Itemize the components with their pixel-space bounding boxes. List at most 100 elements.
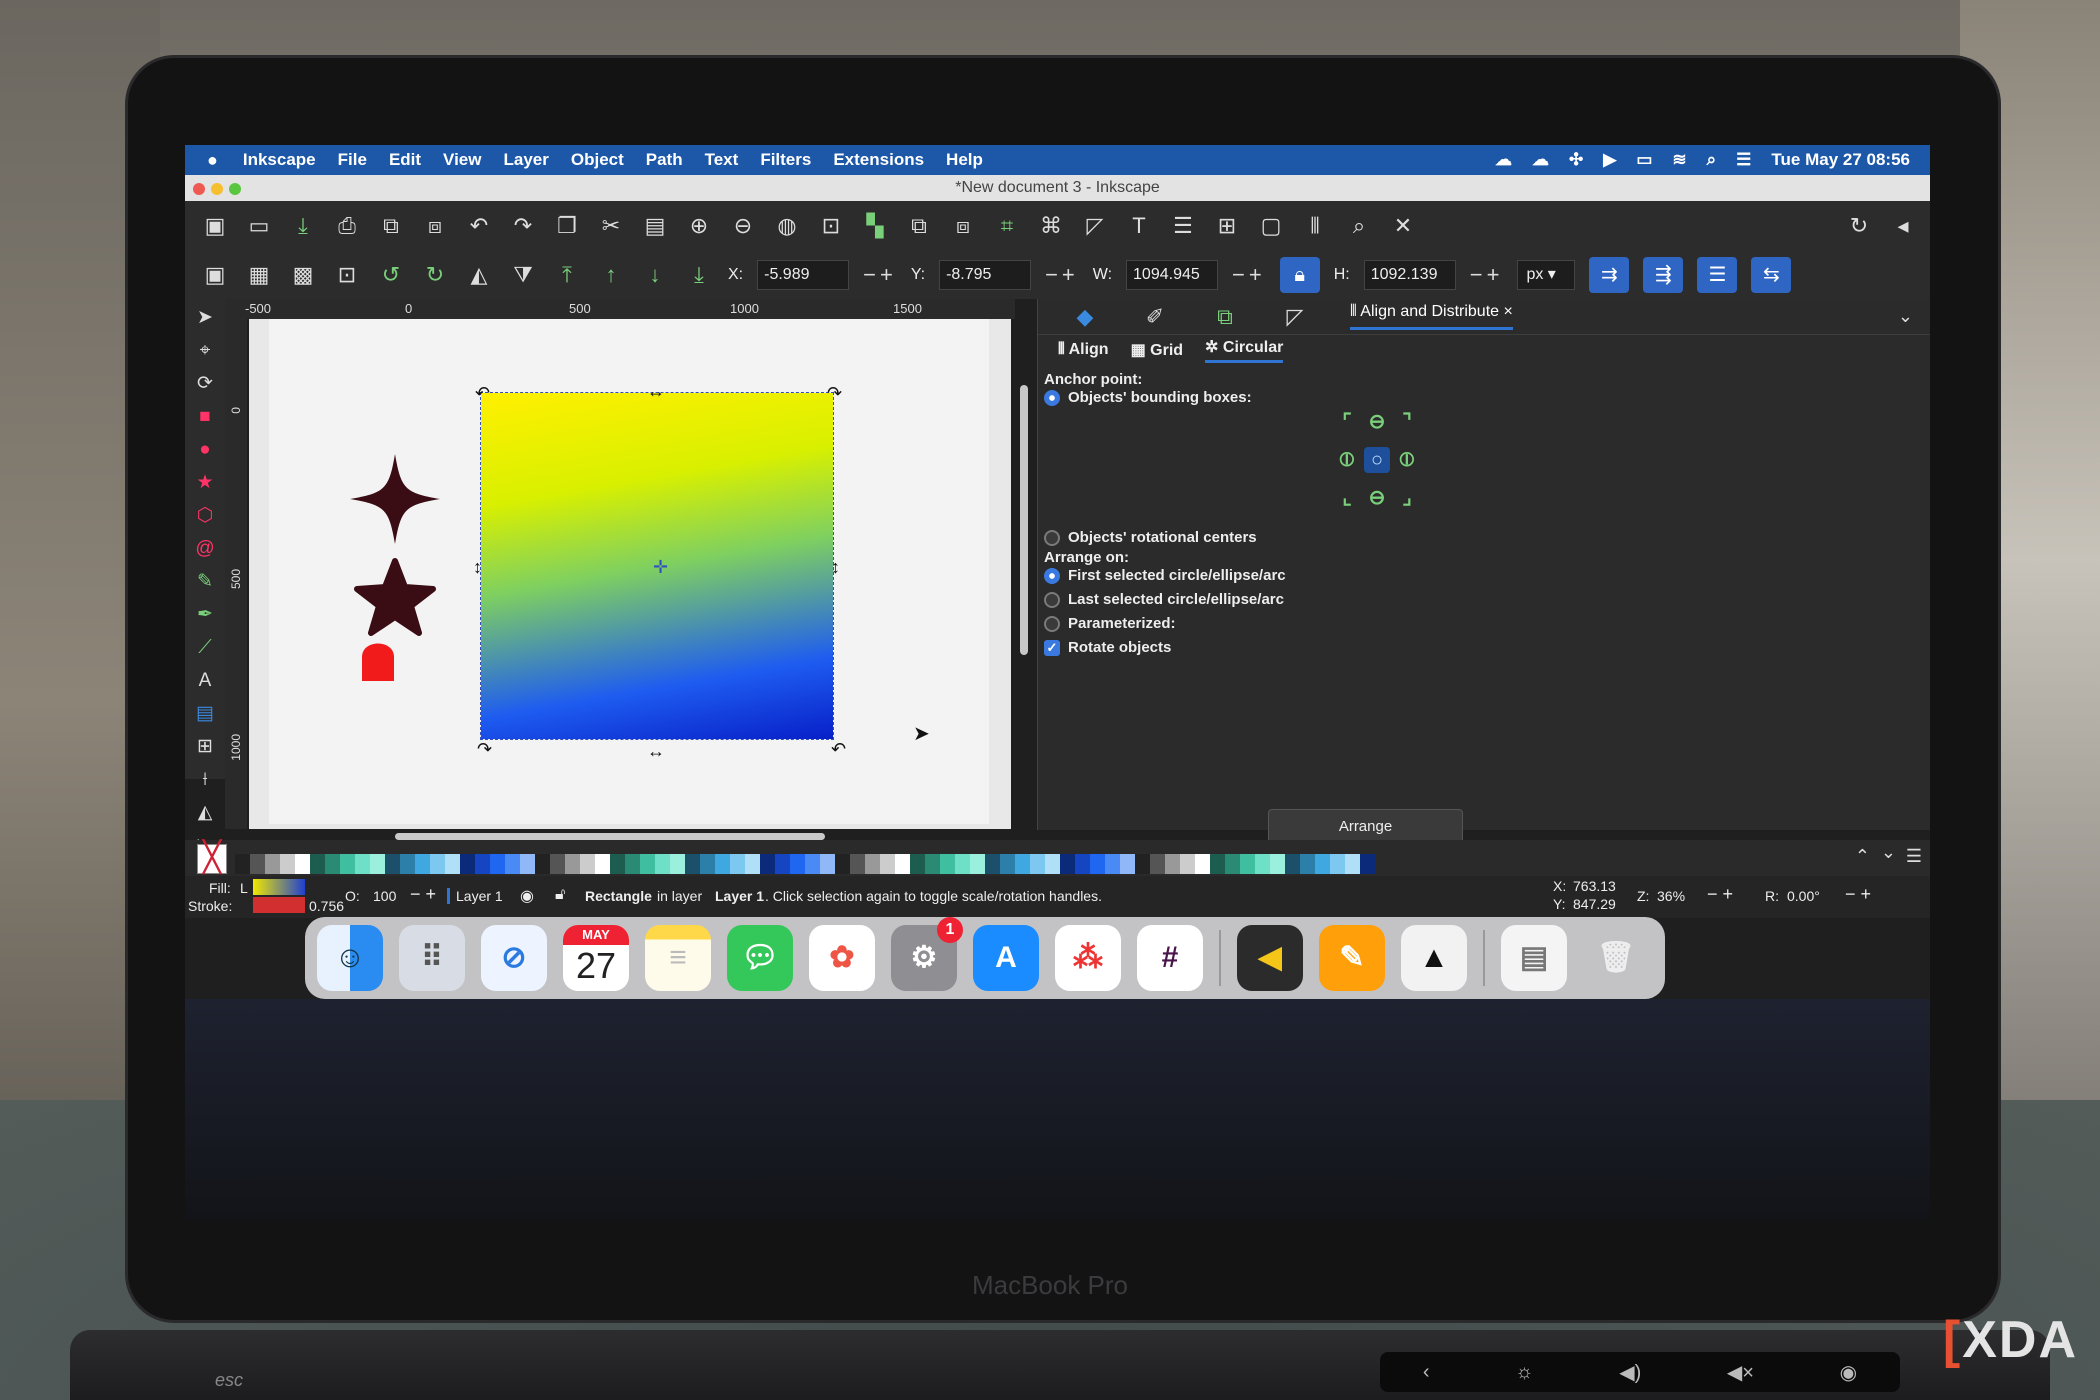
palette-swatch[interactable] <box>1255 854 1270 874</box>
palette-swatch[interactable] <box>1285 854 1300 874</box>
y-input[interactable]: -8.795 <box>939 260 1032 290</box>
dropper-tool-icon[interactable]: ⟊ <box>192 767 218 793</box>
anchor-top-left-icon[interactable]: ⌜ <box>1334 409 1360 435</box>
esc-key[interactable]: esc <box>215 1370 243 1391</box>
rotate-view-icon[interactable]: ↻ <box>1844 211 1874 241</box>
layer-select[interactable]: Layer 1 <box>447 888 503 904</box>
fill-stroke-icon[interactable]: ◸ <box>1080 211 1110 241</box>
palette-swatch[interactable] <box>775 854 790 874</box>
volume-icon[interactable]: ◀) <box>1619 1360 1641 1385</box>
width-stepper[interactable]: −+ <box>1232 262 1266 288</box>
palette-swatch[interactable] <box>400 854 415 874</box>
menubar-clock[interactable]: Tue May 27 08:56 <box>1771 150 1910 170</box>
pen-tool-icon[interactable]: ✒ <box>192 602 218 628</box>
menu-app-name[interactable]: Inkscape <box>243 150 316 170</box>
palette-swatch[interactable] <box>670 854 685 874</box>
height-input[interactable]: 1092.139 <box>1363 260 1456 290</box>
palette-swatch[interactable] <box>1180 854 1195 874</box>
transform-patterns-icon[interactable]: ⇆ <box>1751 257 1792 293</box>
option-first-selected[interactable]: First selected circle/ellipse/arc <box>1044 567 1286 584</box>
palette-swatch[interactable] <box>280 854 295 874</box>
palette-swatch[interactable] <box>1045 854 1060 874</box>
menu-help[interactable]: Help <box>946 150 983 170</box>
subtab-grid[interactable]: ▦ Grid <box>1131 340 1183 360</box>
transform-tab-icon[interactable]: ✐ <box>1140 302 1170 332</box>
slack-icon[interactable]: # <box>1137 925 1203 991</box>
palette-swatch[interactable] <box>1150 854 1165 874</box>
first-selected-radio[interactable] <box>1044 567 1060 584</box>
lock-ratio-icon[interactable]: 🔒︎ <box>1279 257 1320 293</box>
chevron-down-icon[interactable]: ⌄ <box>1898 306 1913 327</box>
redo-icon[interactable]: ↷ <box>508 211 538 241</box>
opacity-stepper[interactable]: − + <box>410 884 436 905</box>
anchor-bottom-icon[interactable]: ⊖ <box>1364 485 1390 511</box>
save-icon[interactable]: ⤓ <box>288 211 318 241</box>
trash-icon[interactable]: 🗑︎ <box>1583 925 1649 991</box>
rotate-handle-top-left[interactable]: ↶ <box>475 383 490 404</box>
four-point-star-shape[interactable] <box>350 454 440 544</box>
palette-scroll-down-icon[interactable]: ⌄ <box>1881 842 1896 863</box>
skew-handle-top[interactable]: ↔ <box>647 381 665 402</box>
palette-swatch[interactable] <box>895 854 910 874</box>
palette-swatch[interactable] <box>1270 854 1285 874</box>
height-stepper[interactable]: −+ <box>1470 262 1504 288</box>
last-selected-radio[interactable] <box>1044 591 1060 608</box>
palette-swatch[interactable] <box>850 854 865 874</box>
palette-swatch[interactable] <box>385 854 400 874</box>
zoom-value[interactable]: 36% <box>1657 888 1685 904</box>
menu-object[interactable]: Object <box>571 150 624 170</box>
palette-swatch[interactable] <box>655 854 670 874</box>
rotate-handle-bottom-right[interactable]: ↶ <box>831 739 846 760</box>
star-shape[interactable] <box>354 558 436 636</box>
palette-swatch[interactable] <box>1015 854 1030 874</box>
palette-swatch[interactable] <box>625 854 640 874</box>
chevron-left-icon[interactable]: ‹ <box>1423 1361 1430 1384</box>
stroke-swatch[interactable] <box>253 897 305 913</box>
brightness-icon[interactable]: ☼ <box>1515 1361 1533 1384</box>
palette-swatch[interactable] <box>550 854 565 874</box>
pencil-tool-icon[interactable]: ✎ <box>192 569 218 595</box>
keynote-icon[interactable]: ◀ <box>1237 925 1303 991</box>
inkscape-icon[interactable]: ▲ <box>1401 925 1467 991</box>
palette-swatch[interactable] <box>1195 854 1210 874</box>
messages-icon[interactable]: 💬︎ <box>727 925 793 991</box>
select-all-layers-icon[interactable]: ▦ <box>244 260 274 290</box>
palette-swatch[interactable] <box>580 854 595 874</box>
menu-edit[interactable]: Edit <box>389 150 421 170</box>
ellipse-tool-icon[interactable]: ● <box>192 437 218 463</box>
mesh-tool-icon[interactable]: ⊞ <box>192 734 218 760</box>
palette-swatch[interactable] <box>295 854 310 874</box>
craft-icon[interactable]: ⁂ <box>1055 925 1121 991</box>
palette-swatch[interactable] <box>1000 854 1015 874</box>
open-folder-icon[interactable]: ▭ <box>244 211 274 241</box>
calendar-icon[interactable]: MAY 27 <box>563 925 629 991</box>
unit-select[interactable]: px ▾ <box>1517 260 1576 290</box>
rotate-handle-top-right[interactable]: ↷ <box>827 383 842 404</box>
palette-swatch[interactable] <box>865 854 880 874</box>
palette-swatch[interactable] <box>1300 854 1315 874</box>
palette-swatch[interactable] <box>505 854 520 874</box>
finder-icon[interactable]: ☺ <box>317 925 383 991</box>
skew-handle-bottom[interactable]: ↔ <box>647 741 665 762</box>
node-tool-icon[interactable]: ⌖ <box>192 338 218 364</box>
import-icon[interactable]: ⧉ <box>376 211 406 241</box>
collapse-arrow-icon[interactable]: ◂ <box>1888 211 1918 241</box>
app-store-icon[interactable]: A <box>973 925 1039 991</box>
palette-swatch[interactable] <box>940 854 955 874</box>
cut-icon[interactable]: ✂ <box>596 211 626 241</box>
pages-icon[interactable]: ✎ <box>1319 925 1385 991</box>
creative-cloud-icon[interactable]: ☁ <box>1495 150 1512 170</box>
notes-icon[interactable]: ≡ <box>645 925 711 991</box>
lock-icon[interactable]: 🔓︎ <box>555 886 565 904</box>
document-properties-icon[interactable]: ⌕ <box>1344 211 1374 241</box>
minimize-window-button[interactable] <box>211 183 223 195</box>
rectangle-tool-icon[interactable]: ■ <box>192 404 218 430</box>
gradient-tool-icon[interactable]: ▤ <box>192 701 218 727</box>
lower-to-bottom-icon[interactable]: ⤓ <box>684 260 714 290</box>
clone-icon[interactable]: ⧉ <box>904 211 934 241</box>
flip-vertical-icon[interactable]: ⧩ <box>508 260 538 290</box>
wifi-icon[interactable]: ≋ <box>1672 150 1686 170</box>
palette-swatch[interactable] <box>1240 854 1255 874</box>
xml-editor-icon[interactable]: ⊞ <box>1212 211 1242 241</box>
option-centers[interactable]: Objects' rotational centers <box>1044 529 1257 546</box>
